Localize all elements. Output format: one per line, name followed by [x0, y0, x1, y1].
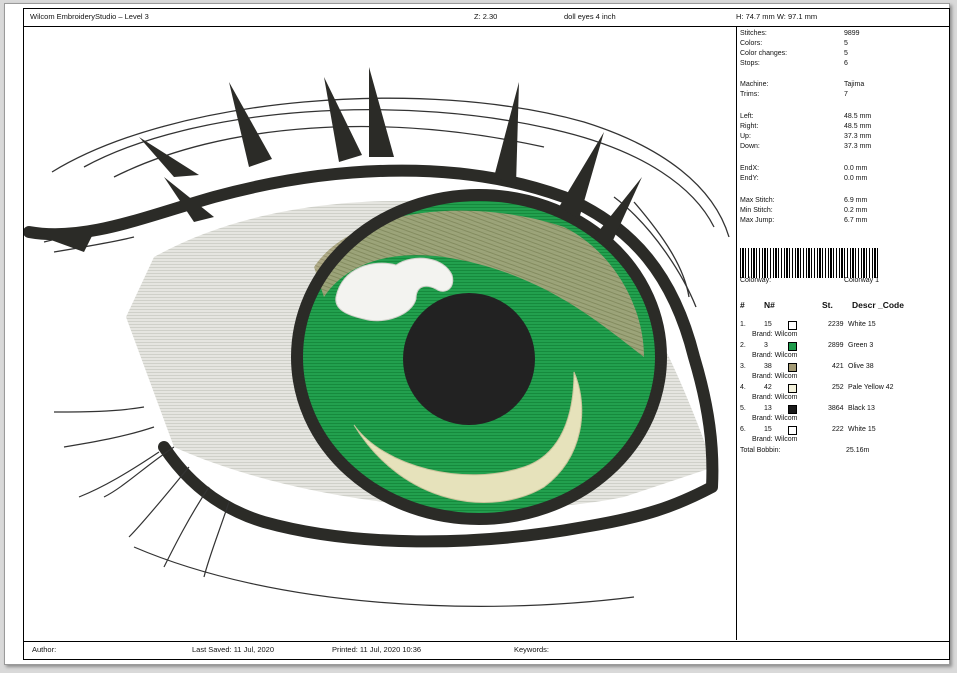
zoom-level: Z: 2.30 [474, 12, 498, 21]
embroidery-eye-artwork [24, 67, 730, 607]
report-frame: Wilcom EmbroideryStudio – Level 3 Z: 2.3… [23, 8, 950, 660]
app-title: Wilcom EmbroideryStudio – Level 3 [30, 12, 149, 21]
total-bobbin-row: Total Bobbin: 25.16m [740, 447, 870, 454]
stat-row: Stitches: 9899 [740, 30, 860, 37]
stat-row: Machine: Tajima [740, 81, 865, 88]
color-swatch [788, 363, 797, 372]
design-name: doll eyes 4 inch [564, 12, 616, 21]
stat-row: Down: 37.3 mm [740, 143, 872, 150]
stat-row: Right: 48.5 mm [740, 123, 872, 130]
design-info-panel: Stitches: 9899 Colors: 5 Color changes: 5 S… [737, 27, 948, 640]
thread-row: 2. 3 2899 Green 3 Brand: Wilcom [740, 342, 874, 359]
stat-row: Min Stitch: 0.2 mm [740, 207, 868, 214]
stat-row: Left: 48.5 mm [740, 113, 872, 120]
stat-row: Trims: 7 [740, 91, 848, 98]
color-swatch [788, 321, 797, 330]
thread-table-header: # N# St. Descr _Code [740, 300, 904, 310]
stat-row: Max Jump: 6.7 mm [740, 217, 868, 224]
thread-row: 1. 15 2239 White 15 Brand: Wilcom [740, 321, 876, 338]
last-saved: Last Saved: 11 Jul, 2020 [192, 645, 275, 654]
print-preview-sheet: Wilcom EmbroideryStudio – Level 3 Z: 2.3… [4, 3, 950, 665]
design-preview [24, 27, 737, 640]
stat-row: Max Stitch: 6.9 mm [740, 197, 868, 204]
thread-row: 6. 15 222 White 15 Brand: Wilcom [740, 426, 876, 443]
color-swatch [788, 426, 797, 435]
barcode-image [740, 248, 880, 278]
keywords-label: Keywords: [514, 645, 550, 654]
color-swatch [788, 384, 797, 393]
color-swatch [788, 405, 797, 414]
stat-row: Colors: 5 [740, 40, 848, 47]
report-header: Wilcom EmbroideryStudio – Level 3 Z: 2.3… [24, 9, 949, 27]
design-dimensions: H: 74.7 mm W: 97.1 mm [736, 12, 818, 21]
thread-row: 4. 42 252 Pale Yellow 42 Brand: Wilcom [740, 384, 894, 401]
printed-date: Printed: 11 Jul, 2020 10:36 [332, 645, 422, 654]
thread-row: 5. 13 3864 Black 13 Brand: Wilcom [740, 405, 875, 422]
thread-row: 3. 38 421 Olive 38 Brand: Wilcom [740, 363, 874, 380]
colorway-row: Colorway: Colorway 1 [740, 277, 880, 284]
stat-row: Up: 37.3 mm [740, 133, 872, 140]
report-footer: Author: Last Saved: 11 Jul, 2020 Printed… [24, 641, 949, 659]
author-label: Author: [32, 645, 57, 654]
stat-row: Color changes: 5 [740, 50, 848, 57]
stat-row: EndY: 0.0 mm [740, 175, 868, 182]
stat-row: EndX: 0.0 mm [740, 165, 868, 172]
color-swatch [788, 342, 797, 351]
stat-row: Stops: 6 [740, 60, 848, 67]
